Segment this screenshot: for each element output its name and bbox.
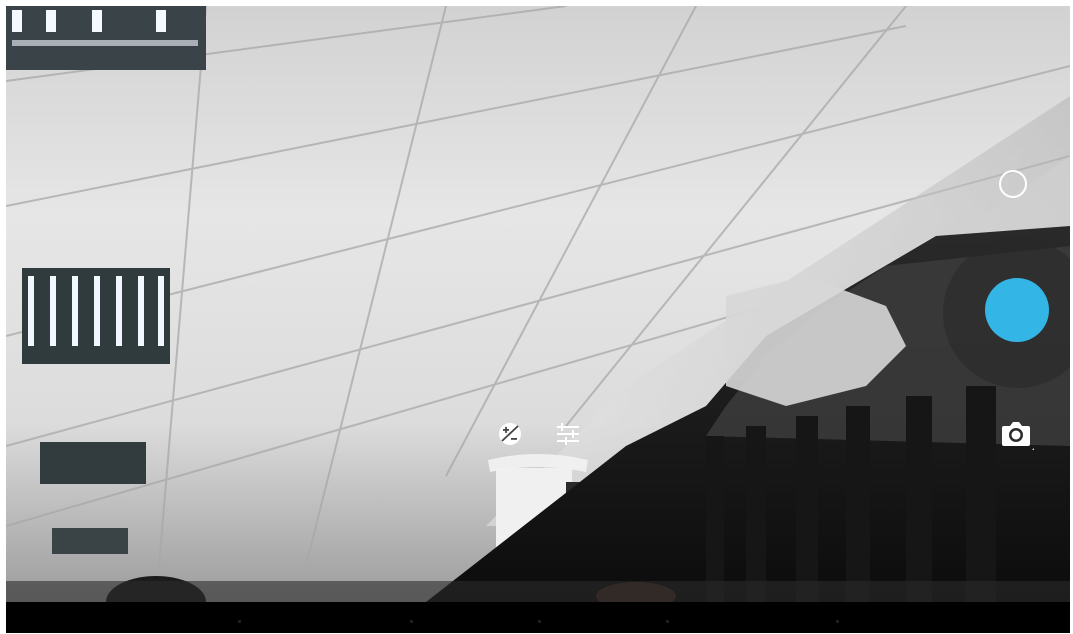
navigation-bar: [6, 602, 1070, 633]
settings-button[interactable]: [554, 420, 582, 448]
nav-extra-button[interactable]: [836, 620, 839, 623]
nav-recents-button[interactable]: [538, 620, 541, 623]
mode-switcher-button[interactable]: [995, 166, 1031, 202]
nav-back-button[interactable]: [238, 620, 241, 623]
camera-screen: [6, 6, 1070, 633]
exposure-icon: [499, 423, 521, 445]
zoom-arc-indicator[interactable]: [486, 452, 590, 476]
camera-viewfinder[interactable]: [6, 6, 1070, 602]
shutter-button[interactable]: [985, 278, 1049, 342]
nav-home-button[interactable]: [410, 620, 413, 623]
tune-sliders-icon: [557, 423, 579, 445]
camera-icon: [1002, 422, 1034, 450]
exposure-button[interactable]: [496, 420, 524, 448]
nav-menu-button[interactable]: [666, 620, 669, 623]
switch-camera-button[interactable]: [996, 412, 1036, 456]
viewfinder-scene: [6, 6, 1070, 602]
circle-outline-icon: [999, 170, 1027, 198]
